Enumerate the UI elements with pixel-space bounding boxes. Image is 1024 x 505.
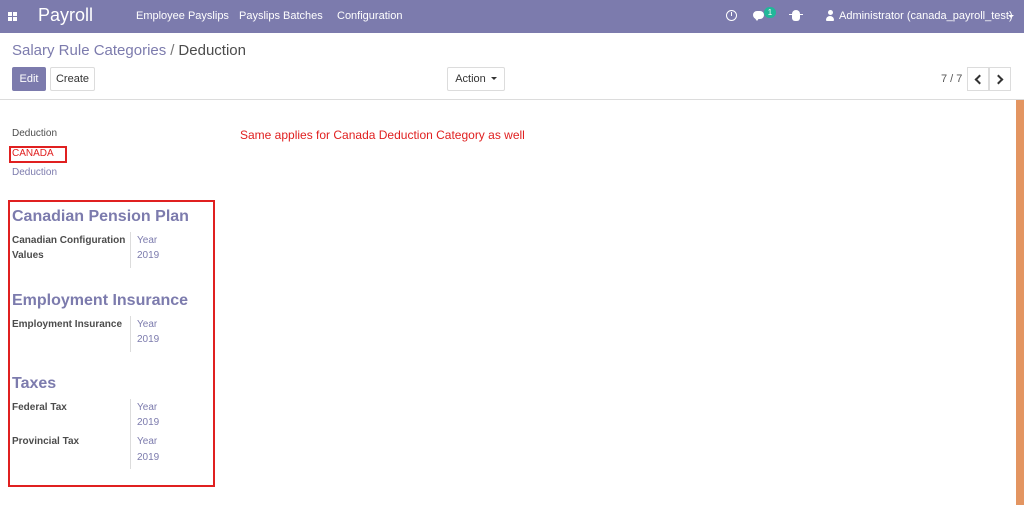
parent-category-link[interactable]: Deduction bbox=[12, 167, 57, 178]
section-title-taxes: Taxes bbox=[12, 375, 57, 392]
highlight-box-country bbox=[9, 146, 67, 163]
breadcrumb-separator: / bbox=[170, 42, 175, 59]
chevron-left-icon bbox=[974, 74, 985, 84]
user-menu[interactable]: Administrator (canada_payroll_test) bbox=[839, 10, 1013, 22]
clock-icon[interactable] bbox=[726, 10, 737, 21]
pager-previous-button[interactable] bbox=[967, 67, 989, 91]
row-value-2019[interactable]: 2019 bbox=[137, 415, 159, 430]
menu-payslips-batches[interactable]: Payslips Batches bbox=[239, 10, 323, 22]
row-value-2019[interactable]: 2019 bbox=[137, 450, 159, 465]
bug-icon[interactable] bbox=[789, 10, 803, 21]
row-value-year[interactable]: Year bbox=[137, 400, 157, 415]
pager-next-button[interactable] bbox=[989, 67, 1011, 91]
row-label-federal-tax: Federal Tax bbox=[12, 402, 67, 413]
chevron-right-icon bbox=[993, 74, 1004, 84]
action-dropdown[interactable]: Action bbox=[447, 67, 505, 91]
top-navbar: Payroll Employee Payslips Payslips Batch… bbox=[0, 0, 1024, 33]
row-separator bbox=[130, 232, 131, 268]
row-separator bbox=[130, 433, 131, 469]
apps-grid-icon[interactable] bbox=[8, 12, 17, 21]
caret-down-icon bbox=[490, 76, 497, 80]
chat-icon[interactable] bbox=[753, 11, 764, 21]
app-brand[interactable]: Payroll bbox=[38, 5, 93, 26]
notification-badge: 1 bbox=[764, 7, 776, 18]
row-value-2019[interactable]: 2019 bbox=[137, 248, 159, 263]
breadcrumb-parent[interactable]: Salary Rule Categories bbox=[12, 42, 166, 59]
caret-down-icon[interactable] bbox=[1008, 15, 1014, 18]
user-icon bbox=[826, 10, 834, 22]
section-title-employment-insurance: Employment Insurance bbox=[12, 292, 189, 309]
annotation-note: Same applies for Canada Deduction Catego… bbox=[240, 128, 525, 142]
control-panel-divider bbox=[0, 99, 1024, 100]
row-separator bbox=[130, 316, 131, 352]
row-label-canadian-configuration-values: Canadian Configuration Values bbox=[12, 235, 126, 261]
section-title-canadian-pension-plan: Canadian Pension Plan bbox=[12, 208, 189, 225]
row-separator bbox=[130, 399, 131, 435]
row-value-2019[interactable]: 2019 bbox=[137, 332, 159, 347]
scrollbar[interactable] bbox=[1016, 100, 1024, 505]
breadcrumb-current: Deduction bbox=[178, 42, 246, 59]
row-value-year[interactable]: Year bbox=[137, 317, 157, 332]
row-value-year[interactable]: Year bbox=[137, 233, 157, 248]
menu-employee-payslips[interactable]: Employee Payslips bbox=[136, 10, 229, 22]
pager-value[interactable]: 7 / 7 bbox=[941, 73, 962, 85]
edit-button[interactable]: Edit bbox=[12, 67, 46, 91]
menu-configuration[interactable]: Configuration bbox=[337, 10, 402, 22]
category-name: Deduction bbox=[12, 128, 58, 139]
breadcrumb: Salary Rule Categories / Deduction bbox=[12, 42, 246, 59]
create-button[interactable]: Create bbox=[50, 67, 95, 91]
action-label: Action bbox=[455, 73, 486, 85]
row-label-provincial-tax: Provincial Tax bbox=[12, 436, 80, 447]
row-label-employment-insurance: Employment Insurance bbox=[12, 319, 123, 330]
row-value-year[interactable]: Year bbox=[137, 434, 157, 449]
